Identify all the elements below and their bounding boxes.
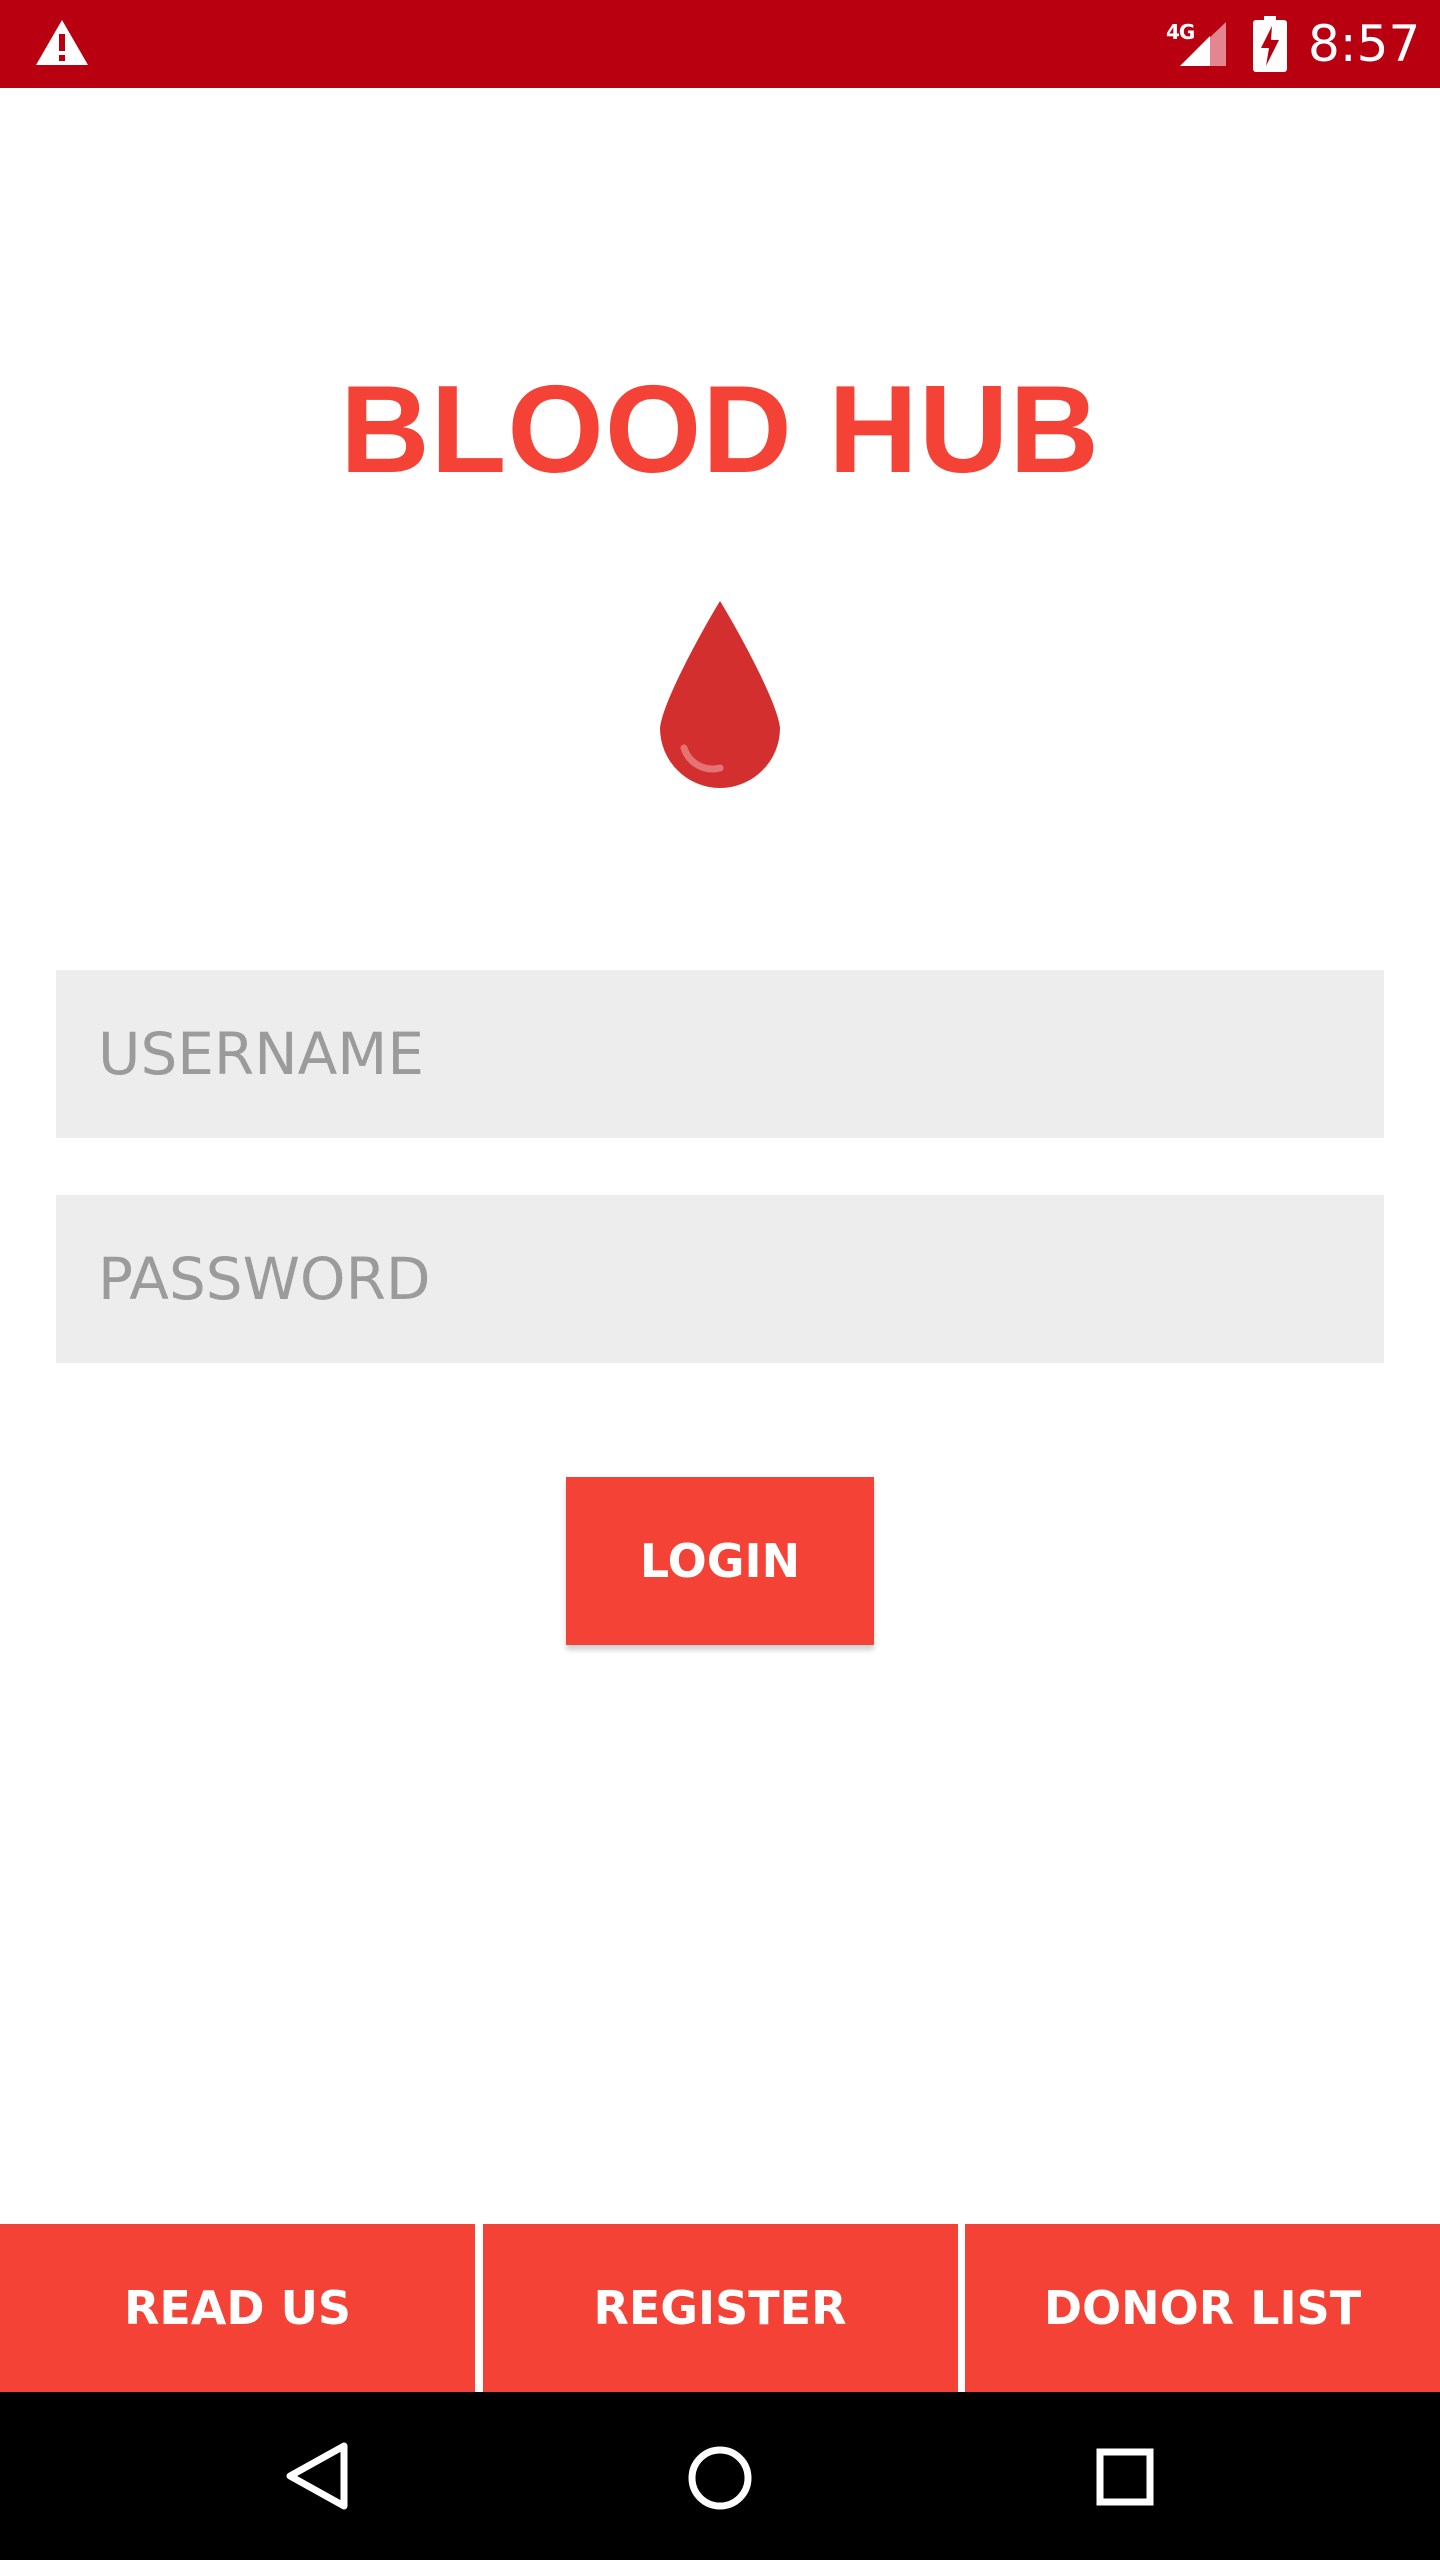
status-time: 8:57 <box>1308 15 1421 73</box>
read-us-tab[interactable]: READ US <box>0 2224 475 2392</box>
recents-icon[interactable] <box>1096 2448 1154 2506</box>
username-input[interactable] <box>56 970 1384 1138</box>
bottom-tab-bar: READ US REGISTER DONOR LIST <box>0 2224 1440 2392</box>
donor-list-tab[interactable]: DONOR LIST <box>965 2224 1440 2392</box>
status-bar: 4G 8:57 <box>0 0 1440 88</box>
warning-icon <box>36 20 88 65</box>
home-icon[interactable] <box>686 2444 754 2512</box>
back-icon[interactable] <box>282 2440 352 2512</box>
battery-charging-icon <box>1253 16 1287 72</box>
login-button[interactable]: LOGIN <box>566 1477 874 1645</box>
blood-drop-icon <box>660 601 780 788</box>
signal-icon <box>1180 22 1226 66</box>
app-title: BLOOD HUB <box>340 361 1100 499</box>
password-input[interactable] <box>56 1195 1384 1363</box>
register-tab[interactable]: REGISTER <box>482 2224 958 2392</box>
